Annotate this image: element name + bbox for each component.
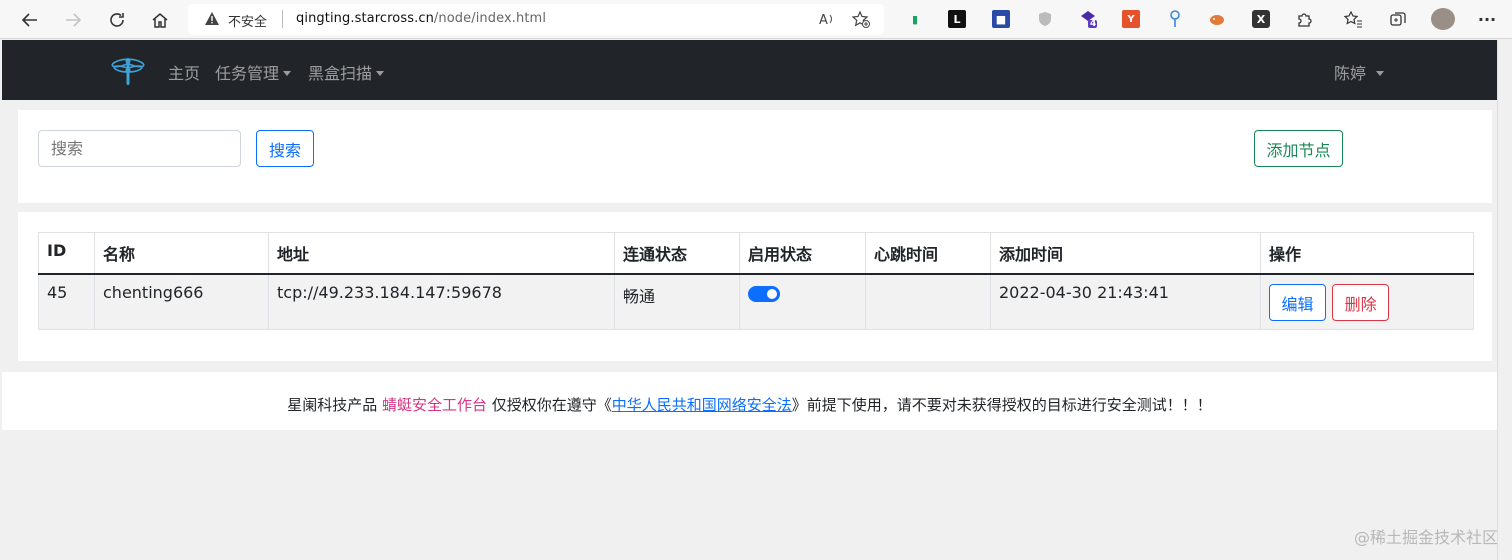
search-input[interactable]	[38, 130, 241, 167]
add-node-button[interactable]: 添加节点	[1254, 130, 1343, 167]
chevron-down-icon	[1376, 71, 1385, 76]
watermark: @稀土掘金技术社区	[1353, 528, 1498, 547]
cell-name: chenting666	[94, 273, 269, 330]
forward-icon[interactable]	[59, 6, 87, 34]
more-menu-icon[interactable]: ···	[1478, 10, 1496, 29]
col-header-name: 名称	[94, 232, 269, 275]
warning-icon	[204, 11, 220, 30]
enabled-toggle[interactable]	[748, 286, 780, 302]
address-bar[interactable]: 不安全 qingting.starcross.cn/node/index.htm…	[188, 4, 884, 35]
search-button[interactable]: 搜索	[256, 130, 314, 167]
extension-x-icon[interactable]: X	[1252, 10, 1270, 28]
cell-address: tcp://49.233.184.147:59678	[268, 273, 615, 330]
cell-actions: 编辑 删除	[1260, 273, 1474, 330]
cybersecurity-law-link[interactable]: 中华人民共和国网络安全法	[612, 396, 792, 414]
cell-heartbeat	[865, 273, 991, 330]
collections-icon[interactable]	[1389, 10, 1407, 28]
col-header-heartbeat: 心跳时间	[865, 232, 991, 275]
insecure-label: 不安全	[228, 15, 268, 30]
nav-home[interactable]: 主页	[168, 60, 200, 84]
footer-suffix: 》前提下使用，请不要对未获得授权的目标进行安全测试！！！	[791, 396, 1212, 414]
address-separator	[282, 10, 283, 28]
browser-toolbar: 不安全 qingting.starcross.cn/node/index.htm…	[0, 0, 1512, 39]
extension-fox-icon[interactable]	[1208, 10, 1226, 28]
favorite-add-icon[interactable]	[851, 10, 870, 32]
nav-blackbox-scan[interactable]: 黑盒扫描	[308, 60, 385, 84]
url-path: /node/index.html	[433, 11, 547, 26]
delete-button[interactable]: 删除	[1332, 284, 1390, 321]
dragonfly-logo-icon[interactable]	[110, 54, 146, 90]
chevron-down-icon	[376, 71, 385, 76]
url-text: qingting.starcross.cn/node/index.html	[296, 11, 546, 26]
refresh-icon[interactable]	[103, 6, 131, 34]
table-row: 45 chenting666 tcp://49.233.184.147:5967…	[38, 273, 1474, 330]
nav-task-management[interactable]: 任务管理	[215, 60, 292, 84]
footer-prefix: 星阑科技产品	[287, 396, 382, 414]
col-header-enabled: 启用状态	[739, 232, 866, 275]
extension-notion-icon[interactable]: L	[948, 10, 966, 28]
back-icon[interactable]	[16, 6, 44, 34]
cell-enabled	[739, 273, 866, 330]
extension-shield-icon[interactable]	[1036, 10, 1054, 28]
col-header-address: 地址	[268, 232, 615, 275]
extension-green-icon[interactable]: ▮	[906, 10, 924, 28]
cell-connectivity: 畅通	[614, 273, 740, 330]
favorites-icon[interactable]	[1344, 10, 1362, 28]
extension-translate-icon[interactable]: Y	[1122, 10, 1140, 28]
page-scrollbar[interactable]	[1497, 40, 1512, 560]
home-icon[interactable]	[146, 6, 174, 34]
col-header-actions: 操作	[1260, 232, 1474, 275]
nav-scan-label: 黑盒扫描	[308, 64, 373, 83]
profile-avatar[interactable]	[1431, 8, 1455, 30]
chevron-down-icon	[283, 71, 292, 76]
table-header-row: ID 名称 地址 连通状态 启用状态 心跳时间 添加时间 操作	[38, 232, 1474, 275]
nodes-table: ID 名称 地址 连通状态 启用状态 心跳时间 添加时间 操作 45 chent…	[38, 232, 1474, 330]
user-menu[interactable]: 陈婷	[1334, 60, 1385, 84]
user-name: 陈婷	[1334, 64, 1367, 83]
cell-added-time: 2022-04-30 21:43:41	[990, 273, 1261, 330]
svg-text:A: A	[819, 13, 828, 28]
extension-badge: 4	[1090, 19, 1097, 29]
edit-button[interactable]: 编辑	[1269, 284, 1326, 321]
extension-purple-icon[interactable]: 4	[1079, 10, 1097, 29]
col-header-id: ID	[38, 232, 95, 275]
app-navbar: 主页 任务管理 黑盒扫描 陈婷	[2, 40, 1497, 100]
extensions-puzzle-icon[interactable]	[1296, 10, 1314, 28]
nav-task-label: 任务管理	[215, 64, 280, 83]
extension-blue-icon[interactable]: ■	[992, 10, 1010, 28]
footer: 星阑科技产品 蜻蜓安全工作台 仅授权你在遵守《中华人民共和国网络安全法》前提下使…	[2, 372, 1497, 430]
footer-product-name: 蜻蜓安全工作台	[381, 396, 487, 414]
footer-middle: 仅授权你在遵守《	[486, 396, 612, 414]
extension-pin-icon[interactable]	[1166, 10, 1184, 28]
col-header-added-time: 添加时间	[990, 232, 1261, 275]
col-header-connectivity: 连通状态	[614, 232, 740, 275]
cell-id: 45	[38, 273, 95, 330]
url-domain: qingting.starcross.cn	[296, 11, 434, 26]
read-aloud-icon[interactable]: A	[818, 10, 836, 32]
